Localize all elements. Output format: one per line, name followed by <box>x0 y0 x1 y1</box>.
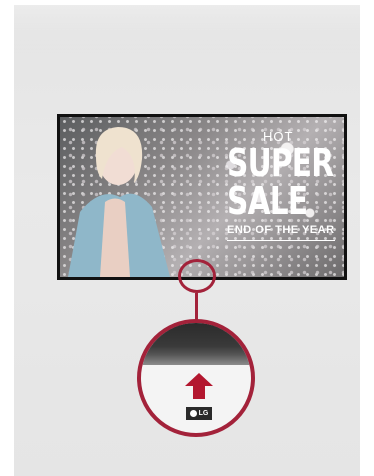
callout-connector <box>195 293 198 321</box>
lg-logo: LG <box>186 407 212 420</box>
headline-sale: SALE <box>227 179 308 223</box>
lg-logo-text: LG <box>198 410 209 417</box>
highlight-ring <box>178 259 216 293</box>
sale-overlay: HOT SUPER SALE END OF THE YEAR <box>227 129 337 241</box>
woman-figure <box>68 127 170 277</box>
underline <box>227 240 335 241</box>
up-arrow-icon <box>185 373 213 399</box>
headline-end-of-year: END OF THE YEAR <box>227 224 335 236</box>
lg-logo-icon <box>189 410 197 417</box>
zoom-callout: LG <box>137 319 255 437</box>
tv-bezel-closeup <box>141 323 251 365</box>
headline-super: SUPER <box>227 141 334 185</box>
tv-screen: HOT SUPER SALE END OF THE YEAR <box>60 117 344 277</box>
